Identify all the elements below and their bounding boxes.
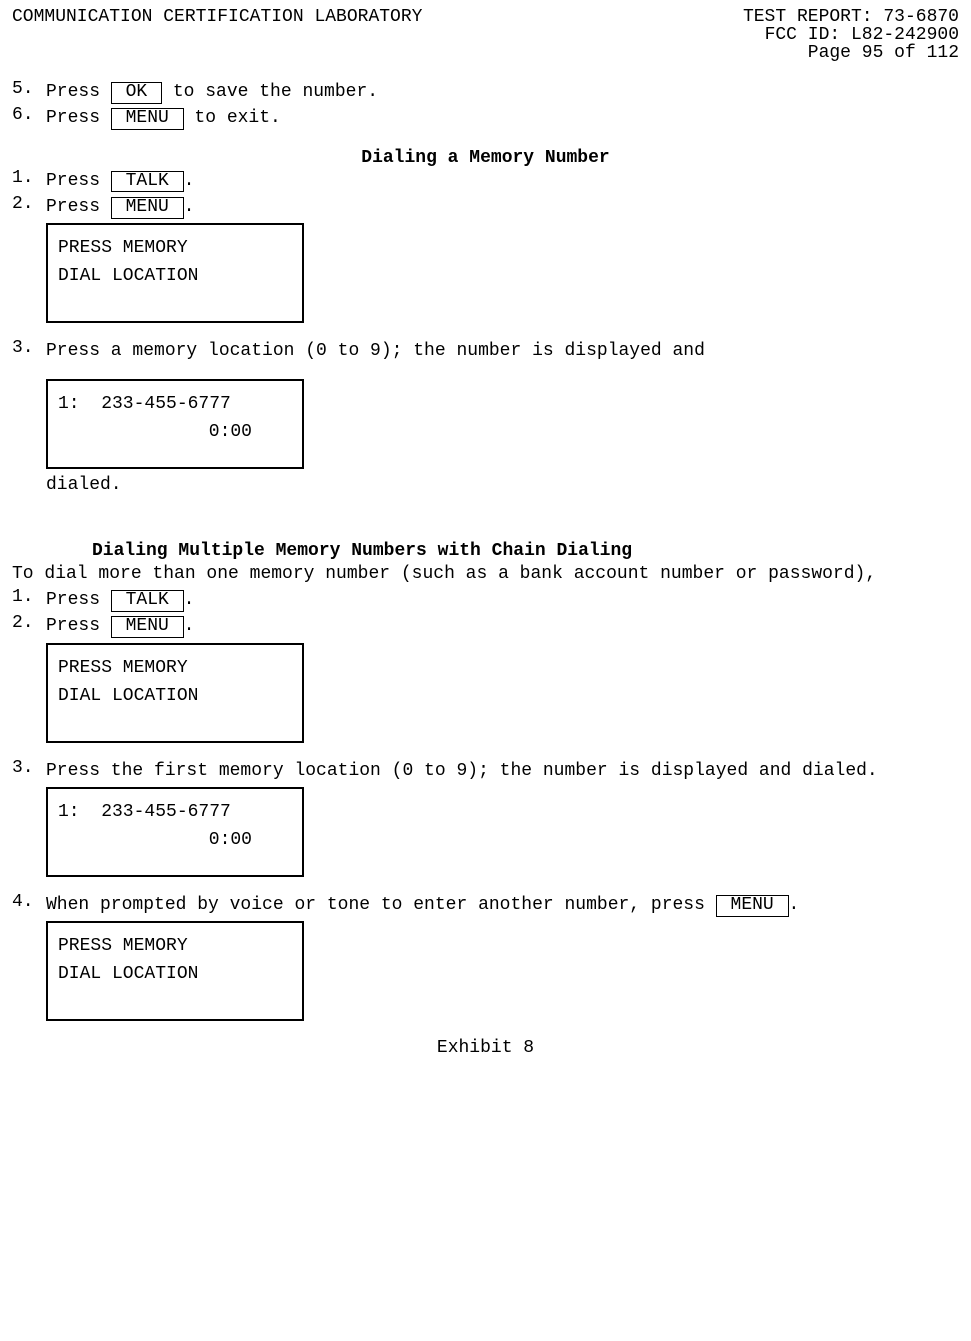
key-menu: MENU: [111, 197, 184, 219]
exhibit-footer: Exhibit 8: [12, 1039, 959, 1057]
key-talk: TALK: [111, 590, 184, 612]
step-3-tail: dialed.: [12, 473, 959, 497]
page-number: Page 95 of 112: [12, 44, 959, 62]
step-text: Press the first memory location (0 to 9)…: [46, 759, 959, 783]
step-number: 1.: [12, 169, 46, 187]
step-text: to save the number.: [162, 82, 378, 102]
step-text: When prompted by voice or tone to enter …: [46, 895, 716, 915]
key-menu: MENU: [111, 108, 184, 130]
lab-name: COMMUNICATION CERTIFICATION LABORATORY: [12, 8, 422, 26]
page-header: COMMUNICATION CERTIFICATION LABORATORY T…: [12, 8, 959, 62]
lcd-timer: 0:00: [58, 419, 292, 447]
step-text: Press: [46, 171, 111, 191]
step-text: Press: [46, 108, 111, 128]
intro-text: To dial more than one memory number (suc…: [12, 562, 959, 586]
steps-chain-dial: 1. Press TALK . 2. Press MENU .: [12, 588, 959, 639]
key-menu: MENU: [716, 895, 789, 917]
step-text: .: [184, 616, 195, 636]
step-4: 4. When prompted by voice or tone to ent…: [12, 893, 959, 917]
key-talk: TALK: [111, 171, 184, 193]
step-text: Press: [46, 197, 111, 217]
step-text: Press: [46, 616, 111, 636]
lcd-line: DIAL LOCATION: [58, 266, 198, 286]
steps-dial-memory: 1. Press TALK . 2. Press MENU .: [12, 169, 959, 220]
step-2: 2. Press MENU .: [12, 195, 959, 219]
lcd-line: PRESS MEMORY: [58, 936, 188, 956]
section-title-dial-memory: Dialing a Memory Number: [12, 149, 959, 167]
step-text: .: [184, 197, 195, 217]
key-ok: OK: [111, 82, 162, 104]
step-5: 5. Press OK to save the number.: [12, 80, 959, 104]
step-1: 1. Press TALK .: [12, 169, 959, 193]
step-number: 4.: [12, 893, 46, 911]
step-number: 6.: [12, 106, 46, 124]
step-2: 2. Press MENU .: [12, 614, 959, 638]
lcd-display-press-memory: PRESS MEMORY DIAL LOCATION: [46, 921, 304, 1021]
step-text: Press: [46, 590, 111, 610]
lcd-line: 1: 233-455-6777: [58, 394, 231, 414]
lcd-display-press-memory: PRESS MEMORY DIAL LOCATION: [46, 643, 304, 743]
lcd-line: DIAL LOCATION: [58, 686, 198, 706]
steps-chain-dial-cont: 3. Press the first memory location (0 to…: [12, 759, 959, 783]
step-text: Press: [46, 82, 111, 102]
lcd-display-number-dialed: 1: 233-455-6777 0:00: [46, 787, 304, 877]
step-number: 3.: [12, 339, 46, 357]
step-number: 2.: [12, 195, 46, 213]
step-text: Press a memory location (0 to 9); the nu…: [46, 339, 959, 363]
step-text: .: [184, 171, 195, 191]
step-text: to exit.: [184, 108, 281, 128]
key-menu: MENU: [111, 616, 184, 638]
step-number: 3.: [12, 759, 46, 777]
test-report: TEST REPORT: 73-6870: [743, 8, 959, 26]
step-1: 1. Press TALK .: [12, 588, 959, 612]
step-text: .: [184, 590, 195, 610]
step-6: 6. Press MENU to exit.: [12, 106, 959, 130]
step-number: 2.: [12, 614, 46, 632]
steps-dial-memory-cont: 3. Press a memory location (0 to 9); the…: [12, 339, 959, 363]
step-text: .: [789, 895, 800, 915]
lcd-timer: 0:00: [58, 827, 292, 855]
steps-save-exit: 5. Press OK to save the number. 6. Press…: [12, 80, 959, 131]
steps-chain-dial-cont2: 4. When prompted by voice or tone to ent…: [12, 893, 959, 917]
lcd-display-number-dialed: 1: 233-455-6777 0:00: [46, 379, 304, 469]
step-3: 3. Press a memory location (0 to 9); the…: [12, 339, 959, 363]
step-number: 5.: [12, 80, 46, 98]
lcd-line: 1: 233-455-6777: [58, 802, 231, 822]
step-number: 1.: [12, 588, 46, 606]
lcd-display-press-memory: PRESS MEMORY DIAL LOCATION: [46, 223, 304, 323]
section-title-chain-dialing: Dialing Multiple Memory Numbers with Cha…: [12, 542, 959, 560]
lcd-line: PRESS MEMORY: [58, 658, 188, 678]
lcd-line: DIAL LOCATION: [58, 964, 198, 984]
lcd-line: PRESS MEMORY: [58, 238, 188, 258]
fcc-id: FCC ID: L82-242900: [12, 26, 959, 44]
step-3: 3. Press the first memory location (0 to…: [12, 759, 959, 783]
